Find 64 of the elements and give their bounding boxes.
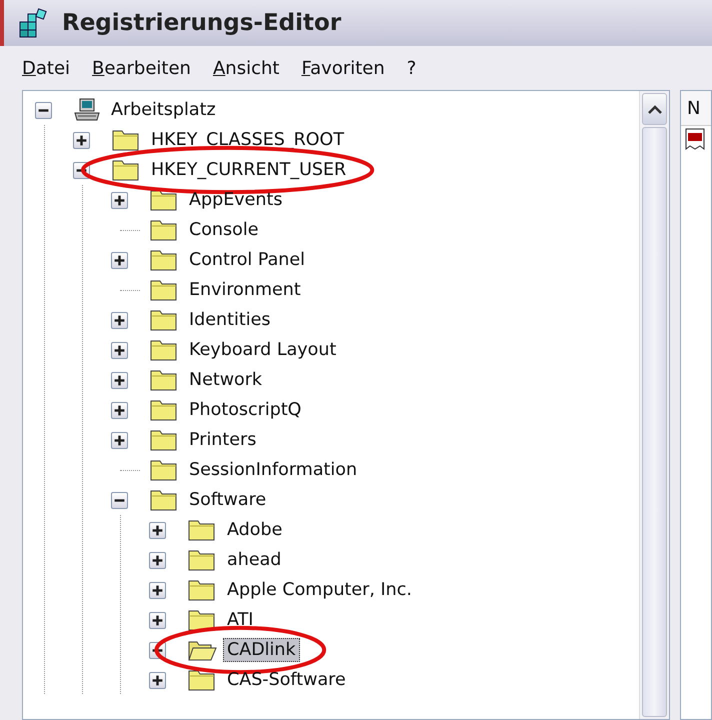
folder-icon	[149, 488, 179, 512]
tree-item[interactable]: Arbeitsplatz	[107, 98, 220, 122]
window-title: Registrierungs-Editor	[62, 10, 342, 36]
tree-item[interactable]: AppEvents	[185, 188, 286, 212]
folder-icon	[187, 578, 217, 602]
tree-item[interactable]: Control Panel	[185, 248, 310, 272]
expander-box[interactable]	[149, 552, 166, 568]
folder-icon	[149, 398, 179, 422]
tree-item[interactable]: Apple Computer, Inc.	[223, 578, 416, 602]
expander-box[interactable]	[111, 192, 128, 208]
menu-item[interactable]: Favoriten	[301, 58, 385, 78]
expander-box[interactable]	[149, 672, 166, 688]
expander-box[interactable]	[111, 492, 128, 508]
folder-icon	[111, 158, 141, 182]
expander-box[interactable]	[73, 132, 90, 148]
computer-icon	[73, 98, 101, 122]
folder-icon	[149, 308, 179, 332]
tree-item[interactable]: HKEY_CLASSES_ROOT	[147, 128, 348, 152]
tree-item[interactable]: PhotoscriptQ	[185, 398, 306, 422]
tree-item[interactable]: Printers	[185, 428, 260, 452]
tree-item[interactable]: Console	[185, 218, 262, 242]
tree-item[interactable]: Identities	[185, 308, 274, 332]
expander-box[interactable]	[111, 312, 128, 328]
expander-box[interactable]	[111, 342, 128, 358]
tree-item[interactable]: Keyboard Layout	[185, 338, 340, 362]
expander-box[interactable]	[111, 432, 128, 448]
folder-icon	[149, 428, 179, 452]
expander-box[interactable]	[111, 372, 128, 388]
tree-item[interactable]: ATI	[223, 608, 258, 632]
menu-item[interactable]: Ansicht	[212, 58, 280, 78]
menu-item[interactable]: ?	[406, 58, 416, 78]
tree-item[interactable]: CAS-Software	[223, 668, 350, 692]
expander-box[interactable]	[149, 612, 166, 628]
scroll-thumb[interactable]	[642, 127, 667, 717]
folder-icon	[187, 668, 217, 692]
folder-icon	[111, 128, 141, 152]
folder-icon	[149, 218, 179, 242]
expander-box[interactable]	[111, 402, 128, 418]
folder-icon	[149, 338, 179, 362]
tree-item[interactable]: Environment	[185, 278, 305, 302]
tree-item[interactable]: Network	[185, 368, 266, 392]
tree-item[interactable]: Adobe	[223, 518, 286, 542]
folder-icon	[149, 458, 179, 482]
folder-icon	[149, 248, 179, 272]
tree-item[interactable]: Software	[185, 488, 270, 512]
expander-box[interactable]	[149, 582, 166, 598]
scroll-up-button[interactable]	[642, 93, 667, 125]
menu-item[interactable]: Bearbeiten	[92, 58, 191, 78]
expander-box[interactable]	[35, 102, 52, 118]
folder-icon	[187, 608, 217, 632]
menu-item[interactable]: Datei	[22, 58, 70, 78]
folder-icon	[149, 278, 179, 302]
folder-icon	[187, 548, 217, 572]
registry-cubes-icon	[18, 8, 48, 38]
folder-icon	[149, 188, 179, 212]
folder-icon	[149, 368, 179, 392]
tree-item[interactable]: CADlink	[223, 638, 300, 662]
string-value-icon	[685, 128, 705, 150]
tree-item[interactable]: SessionInformation	[185, 458, 362, 482]
expander-box[interactable]	[111, 252, 128, 268]
scrollbar[interactable]	[639, 91, 669, 719]
expander-box[interactable]	[149, 522, 166, 538]
tree-item[interactable]: ahead	[223, 548, 286, 572]
folder-icon	[187, 518, 217, 542]
